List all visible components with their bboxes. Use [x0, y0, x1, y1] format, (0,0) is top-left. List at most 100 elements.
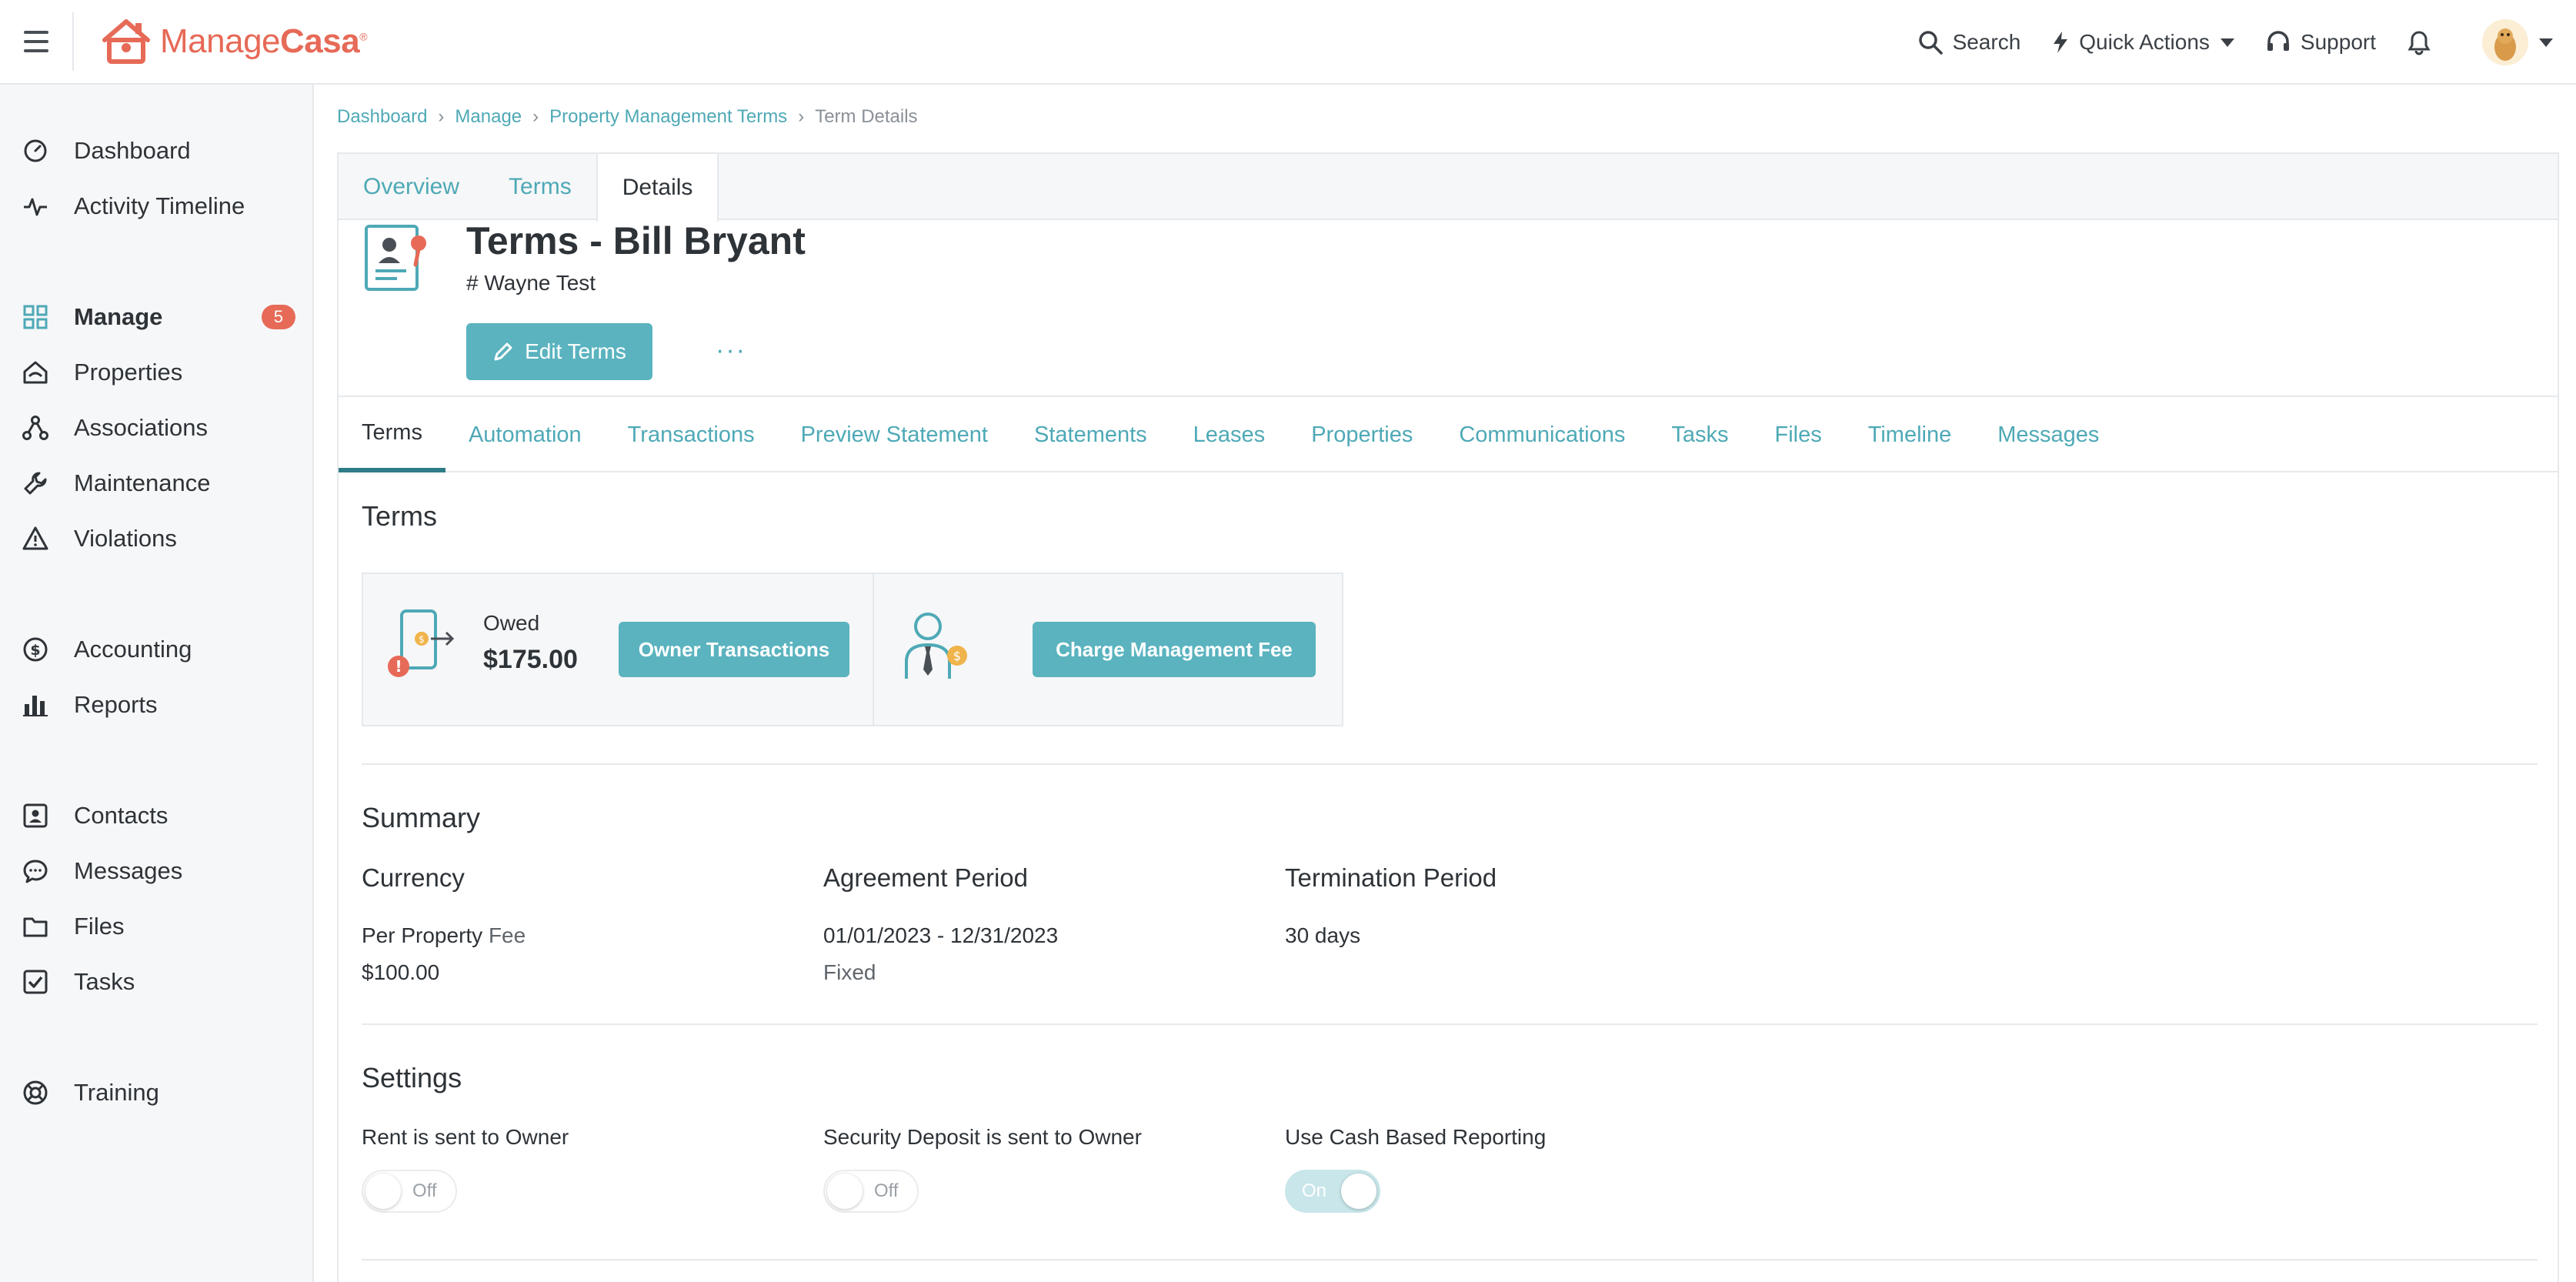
sidebar-item-label: Messages — [74, 857, 183, 884]
manage-count-badge: 5 — [261, 305, 295, 329]
subtab-transactions[interactable]: Transactions — [605, 397, 778, 472]
app-logo[interactable]: ManageCasa® — [100, 17, 368, 66]
sidebar-item-files[interactable]: Files — [0, 903, 312, 950]
subtab-tasks[interactable]: Tasks — [1648, 397, 1751, 472]
subtab-properties[interactable]: Properties — [1288, 397, 1436, 472]
subtab-messages[interactable]: Messages — [1974, 397, 2122, 472]
term-subtitle: # Wayne Test — [466, 271, 596, 295]
owed-panel: $ ! Owed $175.00 Owner Transactions — [363, 574, 874, 725]
menu-toggle-button[interactable] — [0, 12, 74, 71]
chevron-right-icon: › — [798, 106, 805, 127]
sidebar-item-label: Contacts — [74, 802, 169, 829]
sidebar-item-label: Training — [74, 1079, 159, 1106]
page-title: Terms - Bill Bryant — [466, 219, 806, 262]
tab-terms[interactable]: Terms — [484, 154, 596, 220]
lightning-icon — [2054, 32, 2068, 53]
sidebar-item-label: Maintenance — [74, 469, 211, 496]
checkbox-icon — [22, 968, 49, 996]
cash-reporting-label: Use Cash Based Reporting — [1285, 1125, 1547, 1149]
term-details-card: Overview Terms Details Terms - Bill Brya… — [337, 152, 2559, 1282]
contact-card-icon — [22, 802, 49, 830]
wrench-icon — [22, 469, 49, 497]
subtab-leases[interactable]: Leases — [1170, 397, 1289, 472]
sidebar-item-activity-timeline[interactable]: Activity Timeline — [0, 183, 312, 229]
sidebar-item-label: Manage — [74, 303, 163, 330]
sidebar-item-training[interactable]: Training — [0, 1070, 312, 1116]
chevron-right-icon: › — [438, 106, 445, 127]
sidebar-item-manage[interactable]: Manage 5 — [0, 294, 312, 340]
sidebar: Dashboard Activity Timeline Manage 5 Pro… — [0, 85, 314, 1282]
top-tabs: Overview Terms Details — [339, 154, 2558, 222]
section-divider — [362, 1259, 2538, 1260]
sidebar-item-messages[interactable]: Messages — [0, 848, 312, 894]
sidebar-item-contacts[interactable]: Contacts — [0, 793, 312, 839]
breadcrumb-dashboard-link[interactable]: Dashboard — [337, 106, 427, 128]
breadcrumb-manage-link[interactable]: Manage — [455, 106, 522, 128]
sidebar-item-dashboard[interactable]: Dashboard — [0, 128, 312, 174]
sidebar-item-label: Reports — [74, 691, 158, 718]
sidebar-item-associations[interactable]: Associations — [0, 405, 312, 451]
terms-section-title: Terms — [362, 500, 437, 532]
breadcrumb-current: Term Details — [815, 106, 918, 127]
detail-tabs: Terms Automation Transactions Preview St… — [339, 396, 2558, 472]
search-button[interactable]: Search — [1917, 29, 2020, 55]
avatar — [2482, 19, 2528, 65]
search-icon — [1918, 31, 1943, 55]
quick-actions-button[interactable]: Quick Actions — [2051, 30, 2234, 55]
fee-type-label: Per Property Fee — [362, 923, 526, 947]
quick-actions-label: Quick Actions — [2079, 30, 2210, 54]
sidebar-item-properties[interactable]: Properties — [0, 349, 312, 396]
notifications-button[interactable] — [2407, 29, 2441, 55]
dashboard-gauge-icon — [22, 137, 49, 165]
cash-reporting-toggle[interactable]: On — [1285, 1170, 1380, 1213]
sidebar-item-label: Accounting — [74, 636, 192, 663]
svg-text:!: ! — [395, 657, 402, 676]
tab-overview[interactable]: Overview — [339, 154, 484, 220]
termination-period-header: Termination Period — [1285, 863, 1497, 892]
subtab-automation[interactable]: Automation — [445, 397, 605, 472]
subtab-statements[interactable]: Statements — [1011, 397, 1170, 472]
subtab-files[interactable]: Files — [1751, 397, 1844, 472]
sidebar-item-label: Activity Timeline — [74, 192, 245, 219]
chevron-right-icon: › — [532, 106, 539, 127]
breadcrumb-pm-terms-link[interactable]: Property Management Terms — [549, 106, 787, 128]
sidebar-item-label: Violations — [74, 525, 177, 552]
pencil-icon — [494, 342, 512, 361]
activity-pulse-icon — [22, 192, 49, 220]
sidebar-item-violations[interactable]: Violations — [0, 516, 312, 562]
deposit-to-owner-toggle[interactable]: Off — [823, 1170, 919, 1213]
charge-management-fee-button[interactable]: Charge Management Fee — [1033, 622, 1316, 677]
termination-value: 30 days — [1285, 923, 1361, 947]
bar-chart-icon — [22, 691, 49, 719]
sidebar-item-tasks[interactable]: Tasks — [0, 959, 312, 1005]
tab-details[interactable]: Details — [596, 154, 719, 222]
rent-to-owner-toggle[interactable]: Off — [362, 1170, 457, 1213]
main-content: Dashboard › Manage › Property Management… — [315, 85, 2576, 1282]
subtab-preview-statement[interactable]: Preview Statement — [778, 397, 1011, 472]
owner-transactions-button[interactable]: Owner Transactions — [619, 622, 849, 677]
subtab-communications[interactable]: Communications — [1436, 397, 1648, 472]
sidebar-item-reports[interactable]: Reports — [0, 682, 312, 728]
currency-header: Currency — [362, 863, 465, 892]
more-options-button[interactable]: ··· — [716, 336, 746, 366]
edit-terms-label: Edit Terms — [525, 339, 626, 363]
sidebar-item-label: Files — [74, 913, 125, 940]
chevron-down-icon — [2220, 38, 2234, 47]
warning-icon — [22, 525, 49, 553]
subtab-terms[interactable]: Terms — [339, 397, 445, 472]
edit-terms-button[interactable]: Edit Terms — [466, 323, 652, 380]
terms-document-icon — [363, 222, 432, 296]
house-icon — [22, 359, 49, 386]
top-bar: ManageCasa® Search Quick Actions Support — [0, 0, 2576, 85]
chevron-down-icon — [2539, 38, 2553, 47]
owed-transfer-icon: $ ! — [386, 608, 463, 689]
sidebar-item-accounting[interactable]: $ Accounting — [0, 626, 312, 673]
network-icon — [22, 414, 49, 442]
support-button[interactable]: Support — [2265, 29, 2376, 55]
sidebar-item-maintenance[interactable]: Maintenance — [0, 460, 312, 506]
sidebar-item-label: Dashboard — [74, 137, 191, 164]
bell-icon — [2407, 31, 2431, 55]
user-menu-button[interactable] — [2482, 19, 2553, 65]
subtab-timeline[interactable]: Timeline — [1845, 397, 1975, 472]
sidebar-item-label: Tasks — [74, 968, 135, 995]
